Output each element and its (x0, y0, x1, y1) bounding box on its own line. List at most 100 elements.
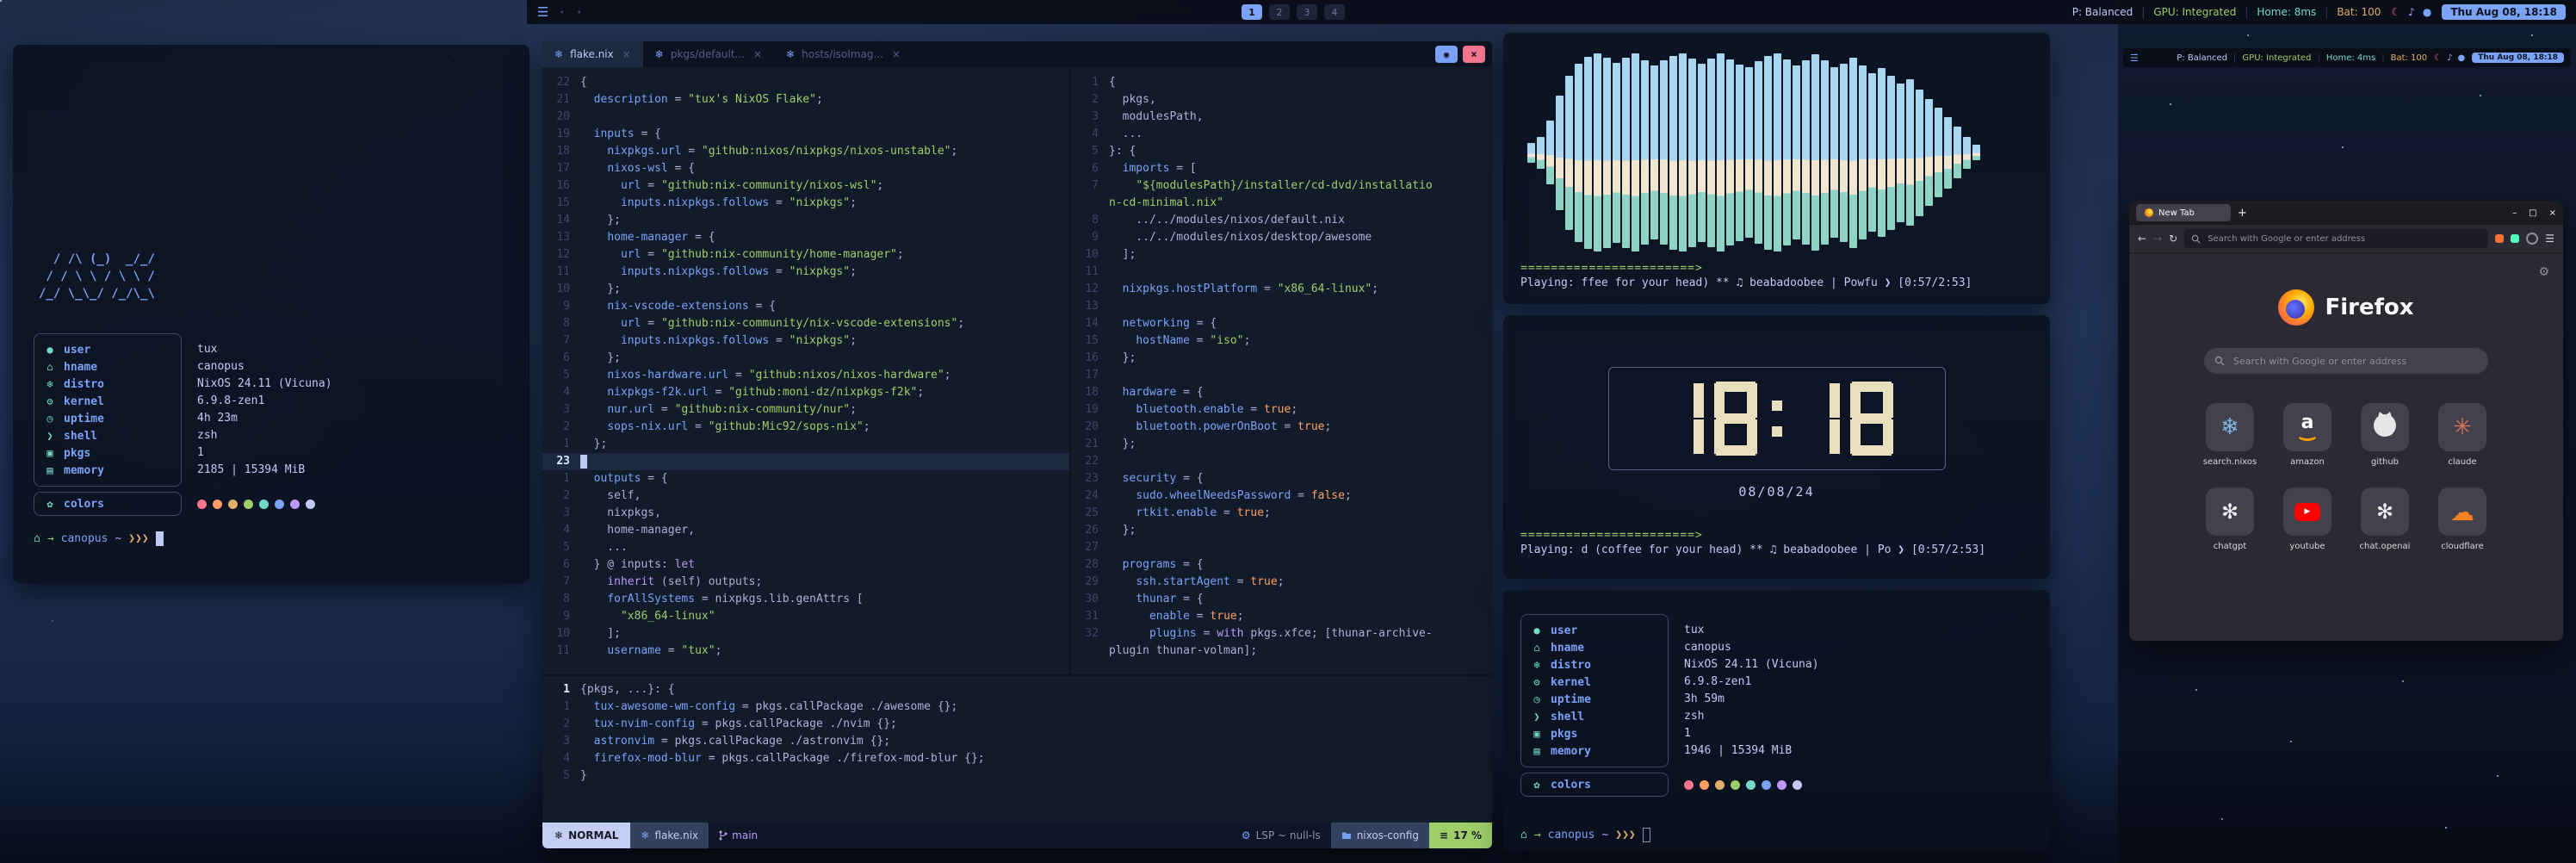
code-line: 26 }; (1071, 522, 1492, 539)
line-number: 9 (1071, 229, 1109, 246)
lsp-status: ⚙LSP ~ null-ls (1231, 829, 1331, 841)
line-number: 20 (542, 109, 580, 126)
fetch-row: ▣pkgs (1530, 725, 1659, 742)
shortcut-tile[interactable]: ▶youtube (2274, 487, 2341, 551)
notification-icon[interactable]: ● (2458, 53, 2466, 63)
new-tab-button[interactable]: + (2238, 207, 2247, 220)
palette-dot (213, 500, 222, 509)
extension-icon[interactable] (2511, 234, 2519, 243)
shortcut-tile[interactable]: ☁cloudflare (2429, 487, 2496, 551)
close-icon[interactable]: × (1463, 46, 1485, 63)
terminal-fastfetch-right[interactable]: ●user⌂hname❄distro⚙kernel◷uptime❯shell▣p… (1503, 590, 2050, 851)
line-number: 29 (1071, 574, 1109, 591)
separator: | (2233, 53, 2236, 63)
line-number: 12 (1071, 281, 1109, 298)
workspace-button-2[interactable]: 2 (1269, 4, 1290, 20)
close-button[interactable]: × (2549, 208, 2556, 218)
prompt-segment: → (47, 532, 54, 545)
app-launcher-icon[interactable]: ☰ (2130, 53, 2139, 64)
extension-icon[interactable] (2495, 234, 2504, 243)
fetch-row: ●user (43, 341, 172, 358)
shortcut-tile[interactable]: github (2351, 403, 2418, 467)
line-number: 8 (1071, 212, 1109, 229)
code-line: 8 ../../modules/nixos/default.nix (1071, 212, 1492, 229)
bar-stats: P: Balanced|GPU: Integrated|Home: 8ms|Ba… (2072, 6, 2381, 18)
visualizer-bar (1897, 84, 1904, 222)
app-launcher-icon[interactable]: ☰ (537, 4, 548, 20)
line-number: 5 (1071, 143, 1109, 160)
bar-stat: Home: 8ms (2257, 6, 2316, 18)
reload-button[interactable]: ↻ (2169, 233, 2177, 245)
visualizer-bar (1935, 108, 1942, 197)
shortcut-tile[interactable]: ✳claude (2429, 403, 2496, 467)
cloudflare-icon: ☁ (2450, 498, 2474, 526)
firefox-window[interactable]: New Tab + – □ × ← → ↻ ☰ ⚙ (2129, 201, 2563, 641)
line-number: 23 (1071, 470, 1109, 487)
tab-close-icon[interactable]: × (892, 48, 901, 60)
night-light-icon[interactable]: ☾ (2391, 6, 2400, 18)
tab-close-icon[interactable]: × (753, 48, 762, 60)
visualizer-bar (1821, 60, 1829, 245)
music-icon[interactable]: ♪ (2408, 6, 2415, 18)
terminal-visualizer[interactable]: =======================> Playing: ffee f… (1503, 33, 2050, 304)
workspace-button-3[interactable]: 3 (1297, 4, 1317, 20)
url-bar[interactable] (2184, 229, 2488, 248)
music-icon[interactable]: ♪ (2447, 53, 2452, 63)
minimize-button[interactable]: – (2512, 208, 2517, 218)
line-number: 3 (542, 401, 580, 419)
line-number: 9 (542, 298, 580, 315)
neovim-window[interactable]: ❄flake.nix×❄pkgs/default...×❄hosts/isoIm… (542, 41, 1492, 848)
shell-prompt[interactable]: ⌂→canopus~❯❯❯ (34, 531, 509, 546)
code-line: 9 ../../modules/nixos/desktop/awesome (1071, 229, 1492, 246)
firefox-tab-bar: New Tab + – □ × (2129, 201, 2563, 225)
palette-dot (1762, 780, 1771, 790)
editor-pane-iso[interactable]: 1{2 pkgs,3 modulesPath,4 ...5}: {6 impor… (1071, 67, 1492, 674)
menu-button[interactable]: ☰ (2545, 233, 2554, 245)
url-input[interactable] (2206, 233, 2481, 245)
editor-tab[interactable]: ❄hosts/isoImag...× (774, 41, 913, 67)
eye-icon[interactable]: ◉ (1435, 46, 1458, 63)
visualizer-bar (1972, 145, 1980, 160)
newtab-search-input[interactable] (2232, 355, 2478, 368)
visualizer-bar (1764, 56, 1772, 250)
editor-pane-flake[interactable]: 22{21 description = "tux's NixOS Flake";… (542, 67, 1071, 674)
shortcut-tile[interactable]: ✻chatgpt (2196, 487, 2263, 551)
account-icon[interactable] (2526, 233, 2538, 245)
editor-tab[interactable]: ❄flake.nix× (542, 41, 643, 67)
night-light-icon[interactable]: ☾ (2434, 53, 2442, 63)
code-line: 7 inputs.nixpkgs.follows = "nixpkgs"; (542, 332, 1069, 350)
shortcut-icon-box: ❄ (2206, 403, 2254, 451)
text-cursor (580, 455, 587, 469)
editor-pane-pkgs[interactable]: 1{pkgs, ...}: {1 tux-awesome-wm-config =… (542, 674, 1492, 823)
editor-tab[interactable]: ❄pkgs/default...× (643, 41, 774, 67)
line-number: 2 (542, 716, 580, 733)
code-line: 22{ (542, 74, 1069, 91)
maximize-button[interactable]: □ (2529, 208, 2536, 218)
forward-button[interactable]: → (2153, 233, 2162, 245)
fetch-key: shell (64, 430, 97, 443)
palette-dot (1793, 780, 1802, 790)
code-line: 32 plugins = with pkgs.xfce; [thunar-arc… (1071, 625, 1492, 643)
tab-close-icon[interactable]: × (622, 48, 631, 60)
shell-prompt[interactable]: ⌂→canopus~❯❯❯ (1520, 828, 2033, 842)
terminal-fastfetch-left[interactable]: / /\ (_) _/_/ / / \ \ / \ \ / /_/ \_\_/ … (13, 45, 529, 583)
newtab-search-bar[interactable] (2204, 348, 2488, 374)
shortcut-tile[interactable]: aamazon (2274, 403, 2341, 467)
clock-widget[interactable]: Thu Aug 08, 18:18 (2442, 4, 2566, 20)
code-line: 19 inputs = { (542, 126, 1069, 143)
fetch-row: ⌂hname (1530, 639, 1659, 656)
code-line: 5} (542, 767, 1492, 785)
code-line: 10 ]; (542, 625, 1069, 643)
notification-icon[interactable]: ● (2423, 6, 2431, 18)
terminal-clock[interactable]: 08/08/24 =======================> Playin… (1503, 315, 2050, 579)
clock-widget[interactable]: Thu Aug 08, 18:18 (2472, 53, 2564, 63)
shortcut-tile[interactable]: ✻chat.openai (2351, 487, 2418, 551)
fetch-value: 3h 59m (1684, 691, 1819, 708)
shortcut-tile[interactable]: ❄search.nixos (2196, 403, 2263, 467)
back-button[interactable]: ← (2138, 233, 2146, 245)
workspace-button-4[interactable]: 4 (1324, 4, 1345, 20)
browser-tab[interactable]: New Tab (2136, 204, 2231, 221)
code-line: 11 inputs.nixpkgs.follows = "nixpkgs"; (542, 264, 1069, 281)
personalize-gear-icon[interactable]: ⚙ (2538, 265, 2549, 279)
workspace-button-1[interactable]: 1 (1242, 4, 1262, 20)
